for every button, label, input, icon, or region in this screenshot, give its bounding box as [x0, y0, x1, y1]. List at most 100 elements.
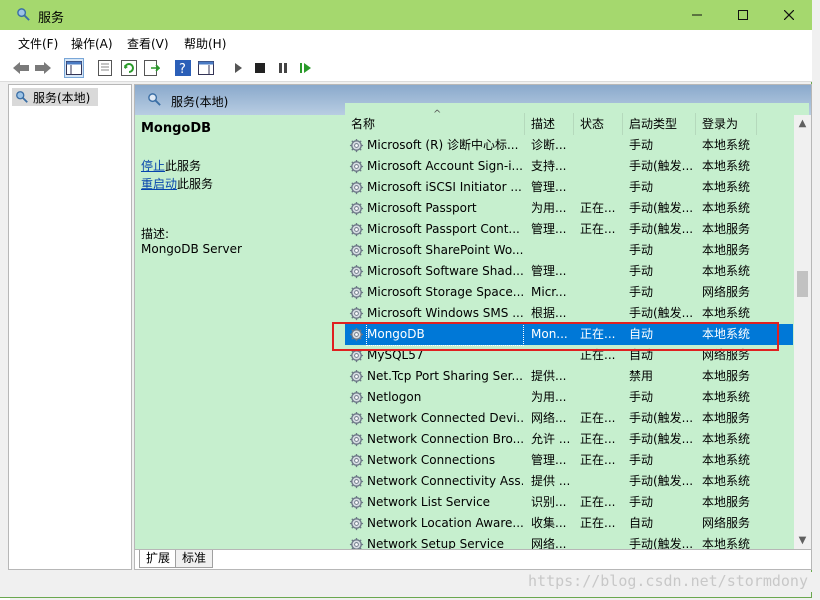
cell-startup: 手动: [629, 138, 654, 152]
cell-status: 正在...: [580, 411, 616, 425]
menu-action[interactable]: 操作(A): [71, 35, 113, 52]
table-row[interactable]: Microsoft Account Sign-i... 支持... 手动(触发...…: [345, 156, 793, 177]
tab-standard[interactable]: 标准: [175, 550, 214, 568]
minimize-button[interactable]: [674, 0, 720, 30]
help-button[interactable]: ?: [173, 58, 193, 78]
vertical-scrollbar[interactable]: ▲ ▼: [794, 115, 811, 549]
cell-status: [580, 366, 626, 387]
show-hide-action-pane-button[interactable]: [196, 58, 216, 78]
column-header-name[interactable]: 名称: [345, 113, 525, 135]
stop-service-button[interactable]: [250, 58, 270, 78]
cell-startup: 手动(触发...: [629, 222, 694, 236]
stop-service-link[interactable]: 停止: [141, 159, 165, 173]
cell-name: Network List Service: [367, 495, 491, 509]
export-icon: [144, 60, 160, 76]
scroll-down-icon[interactable]: ▼: [794, 532, 811, 549]
cell-logon: 本地服务: [702, 495, 751, 509]
table-row[interactable]: Network Connected Devi... 网络... 正在... 手动(触发…: [345, 408, 793, 429]
tab-extended[interactable]: 扩展: [139, 550, 178, 568]
start-service-button[interactable]: [228, 58, 248, 78]
maximize-button[interactable]: [720, 0, 766, 30]
cell-logon: 本地服务: [702, 243, 751, 257]
tree-item-services-local[interactable]: 服务(本地): [12, 88, 98, 106]
stop-icon: [255, 63, 265, 73]
cell-logon: 本地系统: [702, 453, 751, 467]
cell-name: Network Setup Service: [367, 537, 505, 549]
cell-name: Network Connectivity Ass...: [367, 474, 523, 488]
cell-desc: 根据...: [531, 306, 567, 320]
cell-startup: 手动: [629, 180, 654, 194]
cell-startup: 手动: [629, 243, 654, 257]
table-row[interactable]: Microsoft Software Shad... 管理... 手动 本地系统: [345, 261, 793, 282]
table-row[interactable]: Network Connections 管理... 正在... 手动 本地系统: [345, 450, 793, 471]
properties-button[interactable]: [95, 58, 115, 78]
scrollbar-thumb[interactable]: [797, 271, 808, 297]
cell-startup: 手动(触发...: [629, 432, 694, 446]
table-row[interactable]: Netlogon 为用... 手动 本地系统: [345, 387, 793, 408]
back-button[interactable]: [11, 58, 31, 78]
column-header-description[interactable]: 描述: [525, 113, 574, 135]
watermark-text: https://blog.csdn.net/stormdony: [528, 572, 808, 590]
table-row[interactable]: Network Connection Bro... 允许 ... 正在... 手动(触…: [345, 429, 793, 450]
scroll-up-icon[interactable]: ▲: [794, 115, 811, 132]
refresh-button[interactable]: [119, 58, 139, 78]
export-list-button[interactable]: [142, 58, 162, 78]
table-row[interactable]: Microsoft (R) 诊断中心标... 诊断... 手动 本地系统: [345, 135, 793, 156]
tree-item-label: 服务(本地): [33, 90, 91, 105]
column-header-startup-type[interactable]: 启动类型: [623, 113, 696, 135]
cell-logon: 本地系统: [702, 474, 751, 488]
table-row[interactable]: Network Connectivity Ass... 提供 ... 手动(触发..…: [345, 471, 793, 492]
menu-file[interactable]: 文件(F): [18, 35, 58, 52]
restart-service-link[interactable]: 重启动: [141, 177, 177, 191]
service-gear-icon: [349, 159, 364, 174]
console-tree-button[interactable]: [64, 58, 84, 78]
cell-desc: [531, 240, 577, 261]
cell-status: [580, 387, 626, 408]
menu-view[interactable]: 查看(V): [127, 35, 169, 52]
title-bar[interactable]: 服务: [0, 0, 812, 30]
restart-service-button[interactable]: [296, 58, 316, 78]
close-icon: [784, 10, 794, 20]
table-row[interactable]: Net.Tcp Port Sharing Ser... 提供... 禁用 本地服务: [345, 366, 793, 387]
cell-logon: 本地系统: [702, 159, 751, 173]
maximize-icon: [738, 10, 748, 20]
restart-action: 重启动此服务: [141, 175, 213, 192]
forward-button[interactable]: [33, 58, 53, 78]
service-gear-icon: [349, 495, 364, 510]
cell-name: Microsoft SharePoint Wo...: [367, 243, 523, 257]
cell-logon: 本地系统: [702, 537, 751, 549]
cell-name: Microsoft Windows SMS ...: [367, 306, 523, 320]
table-row[interactable]: Microsoft Passport 为用... 正在... 手动(触发... 本地系统: [345, 198, 793, 219]
cell-logon: 本地系统: [702, 264, 751, 278]
pause-service-button[interactable]: [273, 58, 293, 78]
gear-magnifier-icon: [16, 91, 28, 103]
table-row[interactable]: Network List Service 识别... 正在... 手动 本地服务: [345, 492, 793, 513]
service-gear-icon: [349, 453, 364, 468]
table-row[interactable]: Microsoft Passport Cont... 管理... 正在... 手动(触…: [345, 219, 793, 240]
cell-status: [580, 471, 626, 492]
cell-logon: 本地系统: [702, 432, 751, 446]
cell-logon: 本地系统: [702, 201, 751, 215]
cell-name: Microsoft Storage Space...: [367, 285, 523, 299]
table-row[interactable]: Network Setup Service 网络... 手动(触发... 本地系统: [345, 534, 793, 549]
table-row[interactable]: Microsoft SharePoint Wo... 手动 本地服务: [345, 240, 793, 261]
table-row[interactable]: Network Location Aware... 收集... 正在... 自动 网络服…: [345, 513, 793, 534]
cell-desc: 支持...: [531, 159, 567, 173]
document-icon: [98, 60, 112, 76]
table-row[interactable]: Microsoft iSCSI Initiator ... 管理... 手动 本地系统: [345, 177, 793, 198]
menu-help[interactable]: 帮助(H): [184, 35, 226, 52]
table-row[interactable]: Microsoft Storage Space... Micr... 手动 网络服务: [345, 282, 793, 303]
cell-startup: 手动(触发...: [629, 159, 694, 173]
help-book-icon: ?: [175, 60, 191, 76]
service-gear-icon: [349, 201, 364, 216]
close-button[interactable]: [766, 0, 812, 30]
column-header-log-on-as[interactable]: 登录为: [696, 113, 757, 135]
table-row[interactable]: Microsoft Windows SMS ... 根据... 手动(触发... 本地…: [345, 303, 793, 324]
cell-startup: 禁用: [629, 369, 654, 383]
cell-logon: 本地系统: [702, 138, 751, 152]
description-value: MongoDB Server: [141, 242, 242, 256]
column-header-status[interactable]: 状态: [574, 113, 623, 135]
service-gear-icon: [349, 180, 364, 195]
service-gear-icon: [349, 390, 364, 405]
cell-desc: 管理...: [531, 222, 567, 236]
